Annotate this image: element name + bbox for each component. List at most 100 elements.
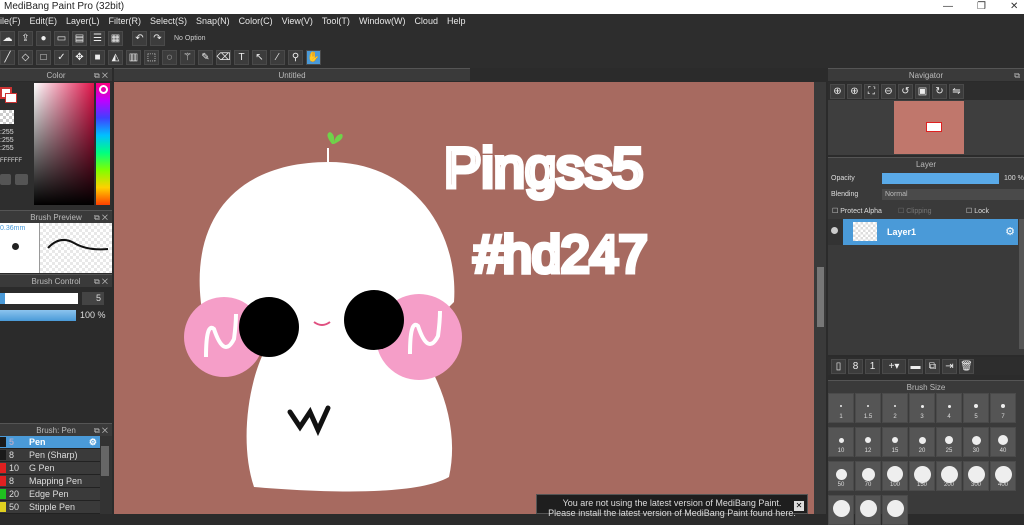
share-icon[interactable]: ⇪	[18, 30, 33, 46]
rotate-reset-icon[interactable]: ▣	[915, 83, 930, 99]
add-layer-dropdown-icon[interactable]: +▾	[882, 358, 906, 374]
menu-color[interactable]: Color(C)	[239, 14, 273, 29]
brush-size-cell[interactable]: 50	[828, 461, 854, 491]
brush-size-cell[interactable]: 7	[990, 393, 1016, 423]
menu-layer[interactable]: Layer(L)	[66, 14, 100, 29]
zoom-out-icon[interactable]: ⊖	[881, 83, 896, 99]
hue-slider[interactable]	[96, 83, 110, 205]
gradient-tool-icon[interactable]: ▥	[126, 50, 141, 65]
layer-settings-gear-icon[interactable]: ⚙	[1005, 225, 1015, 238]
fit-icon[interactable]: ⛶	[864, 83, 879, 99]
canvas-vertical-scrollbar[interactable]	[814, 82, 826, 514]
secondary-color-swatch[interactable]	[5, 93, 17, 103]
display-icon[interactable]: ▭	[54, 30, 69, 46]
layer-row[interactable]: Layer1 ⚙	[828, 219, 1018, 245]
brush-size-cell[interactable]: 5	[963, 393, 989, 423]
merge-layer-icon[interactable]: ⇥	[942, 358, 957, 374]
lasso-icon[interactable]: ◌	[162, 50, 177, 65]
new-layer-icon[interactable]: ▯	[831, 358, 846, 374]
panel-close-icon[interactable]: ⧉	[1014, 69, 1020, 82]
grid-icon[interactable]: ▦	[108, 30, 123, 46]
folder-icon[interactable]: ▬	[908, 358, 923, 374]
brush-tool-icon[interactable]: ╱	[0, 50, 15, 65]
menu-help[interactable]: Help	[447, 14, 466, 29]
move-tool-icon[interactable]: ✥	[72, 50, 87, 65]
brush-list-scrollbar[interactable]	[101, 446, 109, 476]
menu-tool[interactable]: Tool(T)	[322, 14, 350, 29]
brush-item-pen-sharp[interactable]: 8 Pen (Sharp)	[0, 449, 100, 462]
menu-snap[interactable]: Snap(N)	[196, 14, 230, 29]
brush-size-cell[interactable]: 30	[963, 427, 989, 457]
check-tool-icon[interactable]: ✓	[54, 50, 69, 65]
brush-size-cell[interactable]: 300	[963, 461, 989, 491]
brush-size-cell[interactable]: 15	[882, 427, 908, 457]
menu-select[interactable]: Select(S)	[150, 14, 187, 29]
undo-icon[interactable]: ↶	[132, 30, 147, 46]
new-8bit-layer-icon[interactable]: 8	[848, 358, 863, 374]
brush-opacity-slider[interactable]	[0, 310, 76, 321]
brush-size-cell[interactable]: 100	[882, 461, 908, 491]
document-tab[interactable]: Untitled	[114, 68, 470, 81]
new-1bit-layer-icon[interactable]: 1	[865, 358, 880, 374]
brush-size-cell[interactable]: 150	[909, 461, 935, 491]
text-tool-icon[interactable]: T	[234, 50, 249, 65]
brush-size-cell[interactable]: 10	[828, 427, 854, 457]
select-rect-icon[interactable]: ⬚	[144, 50, 159, 65]
duplicate-layer-icon[interactable]: ⧉	[925, 358, 940, 374]
brush-item-g-pen[interactable]: 10 G Pen	[0, 462, 100, 475]
shape-tool-icon[interactable]: □	[36, 50, 51, 65]
fill-rect-tool-icon[interactable]: ■	[90, 50, 105, 65]
brush-size-cell[interactable]: 4	[936, 393, 962, 423]
clipping-checkbox[interactable]: ☐ Clipping	[898, 207, 932, 215]
brush-item-edge-pen[interactable]: 20 Edge Pen	[0, 488, 100, 501]
notification-close-icon[interactable]: ✕	[794, 501, 804, 511]
brush-size-cell[interactable]: 400	[990, 461, 1016, 491]
select-eraser-icon[interactable]: ⌫	[216, 50, 231, 65]
menu-filter[interactable]: Filter(R)	[109, 14, 142, 29]
panel-close-icon[interactable]: ⧉ ✕	[94, 69, 108, 82]
brush-size-field[interactable]: 5	[82, 292, 104, 305]
rotate-left-icon[interactable]: ↺	[898, 83, 913, 99]
brush-size-cell[interactable]: 1	[828, 393, 854, 423]
layer-scrollbar[interactable]	[1019, 219, 1024, 349]
maximize-button[interactable]: ❐	[977, 0, 986, 14]
gear-icon[interactable]: ⚙	[89, 437, 97, 448]
brush-item-mapping-pen[interactable]: 8 Mapping Pen	[0, 475, 100, 488]
palette-add-icon[interactable]	[15, 174, 28, 185]
brush-size-cell[interactable]	[882, 495, 908, 525]
redo-icon[interactable]: ↷	[150, 30, 165, 46]
rotate-right-icon[interactable]: ↻	[932, 83, 947, 99]
cloud-icon[interactable]: ☁	[0, 30, 15, 46]
brush-item-pen[interactable]: 5 Pen ⚙	[0, 436, 100, 449]
brush-size-slider[interactable]	[0, 293, 78, 304]
delete-layer-icon[interactable]: 🗑	[959, 358, 974, 374]
close-button[interactable]: ✕	[1010, 0, 1018, 14]
magic-wand-icon[interactable]: ⚚	[180, 50, 195, 65]
operation-tool-icon[interactable]: ↖	[252, 50, 267, 65]
minimize-button[interactable]: —	[943, 0, 953, 14]
lock-checkbox[interactable]: ☐ Lock	[966, 207, 989, 215]
brush-size-cell[interactable]: 25	[936, 427, 962, 457]
menu-cloud[interactable]: Cloud	[414, 14, 438, 29]
select-pen-icon[interactable]: ✎	[198, 50, 213, 65]
brush-size-cell[interactable]: 70	[855, 461, 881, 491]
menu-view[interactable]: View(V)	[282, 14, 313, 29]
brush-item-stipple-pen[interactable]: 50 Stipple Pen	[0, 501, 100, 514]
brush-size-cell[interactable]: 20	[909, 427, 935, 457]
transparent-swatch[interactable]	[0, 110, 14, 124]
brush-size-cell[interactable]: 2	[882, 393, 908, 423]
brush-size-cell[interactable]: 12	[855, 427, 881, 457]
menu-edit[interactable]: Edit(E)	[30, 14, 58, 29]
flip-icon[interactable]: ⇋	[949, 83, 964, 99]
drawing-canvas[interactable]: Pingss5 #hd247	[114, 82, 814, 514]
divide-tool-icon[interactable]: ⁄	[270, 50, 285, 65]
layer-visibility-icon[interactable]	[831, 227, 838, 234]
brush-size-cell[interactable]: 1.5	[855, 393, 881, 423]
brush-size-cell[interactable]	[855, 495, 881, 525]
hand-tool-icon[interactable]: ✋	[306, 50, 321, 65]
menu-window[interactable]: Window(W)	[359, 14, 406, 29]
layer-opacity-slider[interactable]	[882, 173, 999, 184]
navigator-preview[interactable]	[828, 100, 1024, 155]
eyedropper-icon[interactable]: ⚲	[288, 50, 303, 65]
bucket-tool-icon[interactable]: ◭	[108, 50, 123, 65]
